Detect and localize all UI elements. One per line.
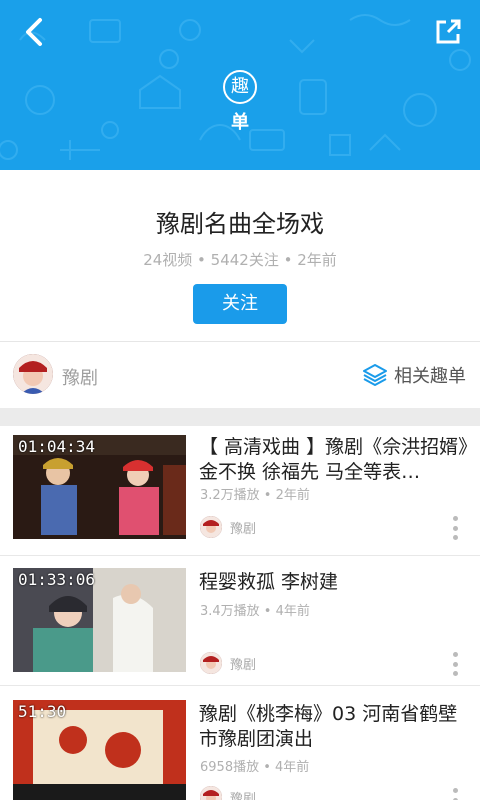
- list-item[interactable]: 01:33:06 程婴救孤 李树建 3.4万播放 • 4年前 豫剧: [0, 556, 480, 686]
- video-duration: 01:04:34: [18, 437, 96, 456]
- list-item[interactable]: 51:30 豫剧《桃李梅》03 河南省鹤壁市豫剧团演出 6958播放 • 4年前…: [0, 686, 480, 800]
- avatar: [200, 652, 222, 674]
- badge-char: 趣: [223, 70, 257, 104]
- more-options-icon[interactable]: [452, 788, 458, 800]
- more-options-icon[interactable]: [452, 516, 458, 540]
- playlist-meta: 24视频 • 5442关注 • 2年前: [143, 251, 337, 269]
- badge-sub: 单: [231, 112, 249, 133]
- video-title[interactable]: 【 高清戏曲 】豫剧《佘洪招婿》金不换 徐福先 马全等表…: [199, 435, 469, 485]
- page: 趣 单 豫剧名曲全场戏 24视频 • 5442关注 • 2年前 关注 豫剧 相关…: [0, 0, 480, 800]
- video-title[interactable]: 程婴救孤 李树建: [199, 570, 469, 595]
- share-button[interactable]: [428, 12, 468, 52]
- video-thumbnail[interactable]: 01:33:06: [13, 568, 186, 672]
- avatar[interactable]: [13, 354, 53, 394]
- video-stats: 3.2万播放 • 2年前: [200, 488, 310, 503]
- section-divider: [0, 408, 480, 426]
- chevron-left-icon: [26, 18, 42, 46]
- video-author[interactable]: 豫剧: [200, 516, 256, 538]
- video-author[interactable]: 豫剧: [200, 652, 256, 674]
- video-author[interactable]: 豫剧: [200, 786, 256, 800]
- video-thumbnail[interactable]: 51:30: [13, 700, 186, 800]
- more-options-icon[interactable]: [452, 652, 458, 676]
- list-item[interactable]: 01:04:34 【 高清戏曲 】豫剧《佘洪招婿》金不换 徐福先 马全等表… 3…: [0, 426, 480, 556]
- playlist-info: 豫剧名曲全场戏 24视频 • 5442关注 • 2年前 关注: [0, 170, 480, 342]
- layers-icon: [363, 364, 387, 386]
- related-label: 相关趣单: [394, 366, 466, 387]
- follow-button[interactable]: 关注: [193, 284, 287, 324]
- back-button[interactable]: [14, 12, 54, 52]
- playlist-title: 豫剧名曲全场戏: [156, 210, 324, 238]
- external-share-icon: [436, 19, 461, 44]
- author-name: 豫剧: [230, 791, 257, 800]
- video-stats: 3.4万播放 • 4年前: [200, 604, 310, 619]
- video-title[interactable]: 豫剧《桃李梅》03 河南省鹤壁市豫剧团演出: [199, 702, 469, 752]
- author-row[interactable]: 豫剧 相关趣单: [0, 342, 480, 408]
- related-playlists-button[interactable]: 相关趣单: [362, 362, 466, 388]
- video-stats: 6958播放 • 4年前: [200, 760, 310, 775]
- video-duration: 51:30: [18, 702, 67, 721]
- playlist-badge: 趣 单: [212, 70, 268, 134]
- video-thumbnail[interactable]: 01:04:34: [13, 435, 186, 539]
- header-banner: 趣 单: [0, 0, 480, 170]
- video-list: 01:04:34 【 高清戏曲 】豫剧《佘洪招婿》金不换 徐福先 马全等表… 3…: [0, 426, 480, 800]
- video-duration: 01:33:06: [18, 570, 96, 589]
- author-name: 豫剧: [230, 657, 257, 673]
- avatar: [200, 516, 222, 538]
- author-name[interactable]: 豫剧: [62, 364, 98, 390]
- avatar: [200, 786, 222, 800]
- author-name: 豫剧: [230, 521, 257, 537]
